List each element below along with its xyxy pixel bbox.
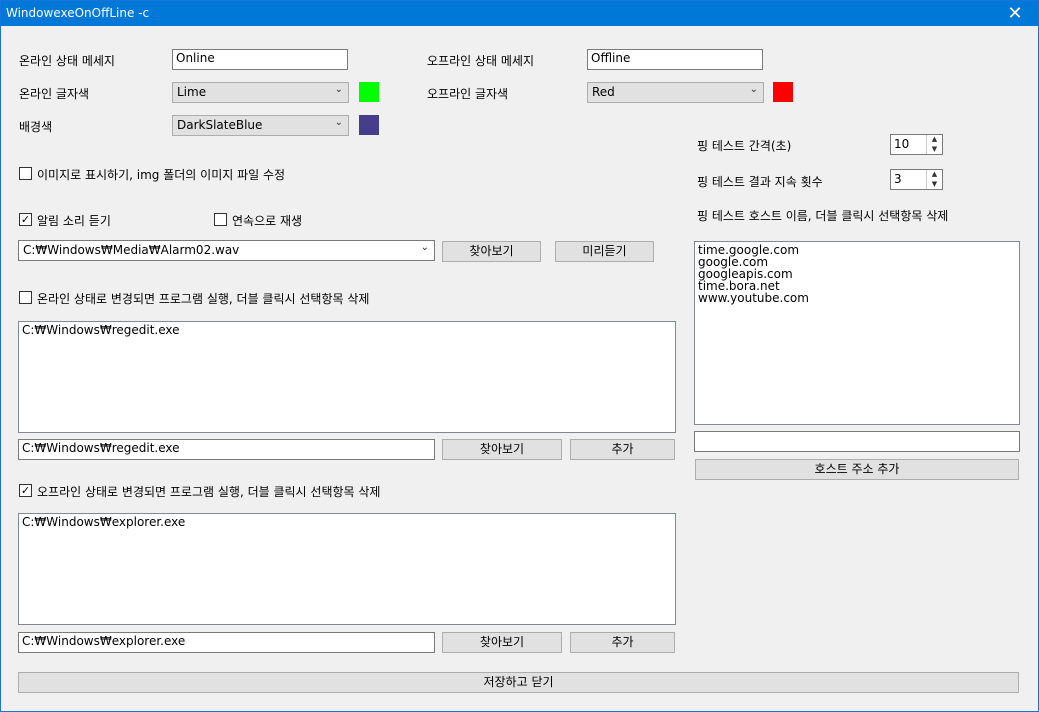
spin-down-icon[interactable]: ▼ bbox=[927, 145, 942, 155]
online-color-select[interactable]: Lime ⌄ bbox=[172, 82, 349, 103]
continuous-play-label: 연속으로 재생 bbox=[232, 214, 303, 228]
offline-program-add-button[interactable]: 추가 bbox=[570, 632, 675, 653]
online-status-label: 온라인 상태 메세지 bbox=[19, 54, 115, 68]
ping-interval-value: 10 bbox=[894, 137, 910, 151]
offline-color-value: Red bbox=[592, 85, 615, 99]
offline-color-label: 오프라인 글자색 bbox=[427, 87, 509, 101]
image-option-label: 이미지로 표시하기, img 폴더의 이미지 파일 수정 bbox=[37, 168, 286, 182]
spin-down-icon[interactable]: ▼ bbox=[927, 180, 942, 190]
spinner-buttons[interactable]: ▲ ▼ bbox=[926, 135, 942, 154]
background-color-label: 배경색 bbox=[19, 120, 53, 134]
online-color-swatch bbox=[359, 82, 379, 102]
window-title: WindowexeOnOffLine -c bbox=[6, 6, 150, 20]
ping-interval-label: 핑 테스트 간격(초) bbox=[697, 139, 792, 153]
alarm-sound-label: 알림 소리 듣기 bbox=[37, 214, 111, 228]
save-close-button[interactable]: 저장하고 닫기 bbox=[18, 672, 1019, 693]
online-program-input[interactable]: C:₩Windows₩regedit.exe bbox=[18, 439, 435, 460]
background-color-value: DarkSlateBlue bbox=[177, 118, 263, 132]
ping-interval-spinner[interactable]: 10 ▲ ▼ bbox=[890, 134, 943, 155]
sound-browse-button[interactable]: 찾아보기 bbox=[442, 241, 541, 262]
offline-program-label: 오프라인 상태로 변경되면 프로그램 실행, 더블 클릭시 선택항목 삭제 bbox=[37, 485, 381, 499]
app-window: WindowexeOnOffLine -c ✕ 온라인 상태 메세지 Onlin… bbox=[0, 0, 1039, 712]
online-status-input[interactable]: Online bbox=[172, 49, 348, 70]
online-color-label: 온라인 글자색 bbox=[19, 87, 90, 101]
ping-persist-spinner[interactable]: 3 ▲ ▼ bbox=[890, 169, 943, 190]
chevron-down-icon: ⌄ bbox=[749, 84, 758, 95]
spin-up-icon[interactable]: ▲ bbox=[927, 170, 942, 180]
online-program-list[interactable]: C:₩Windows₩regedit.exe bbox=[18, 321, 676, 433]
list-item[interactable]: C:₩Windows₩explorer.exe bbox=[22, 516, 672, 528]
offline-status-input[interactable]: Offline bbox=[587, 49, 763, 70]
title-bar: WindowexeOnOffLine -c ✕ bbox=[1, 1, 1038, 26]
list-item[interactable]: C:₩Windows₩regedit.exe bbox=[22, 324, 672, 336]
online-program-checkbox[interactable] bbox=[19, 291, 32, 304]
online-color-value: Lime bbox=[177, 85, 207, 99]
online-program-label: 온라인 상태로 변경되면 프로그램 실행, 더블 클릭시 선택항목 삭제 bbox=[37, 292, 370, 306]
online-program-add-button[interactable]: 추가 bbox=[570, 439, 675, 460]
offline-program-input[interactable]: C:₩Windows₩explorer.exe bbox=[18, 632, 435, 653]
sound-path-select[interactable]: C:₩Windows₩Media₩Alarm02.wav ⌄ bbox=[18, 240, 435, 261]
ping-persist-label: 핑 테스트 결과 지속 횟수 bbox=[697, 175, 823, 189]
sound-preview-button[interactable]: 미리듣기 bbox=[555, 241, 654, 262]
background-color-swatch bbox=[359, 115, 379, 135]
chevron-down-icon: ⌄ bbox=[420, 242, 429, 253]
list-item[interactable]: www.youtube.com bbox=[698, 292, 1016, 304]
ping-persist-value: 3 bbox=[894, 172, 902, 186]
chevron-down-icon: ⌄ bbox=[334, 84, 343, 95]
chevron-down-icon: ⌄ bbox=[334, 117, 343, 128]
spin-up-icon[interactable]: ▲ bbox=[927, 135, 942, 145]
offline-program-list[interactable]: C:₩Windows₩explorer.exe bbox=[18, 513, 676, 625]
offline-program-browse-button[interactable]: 찾아보기 bbox=[442, 632, 562, 653]
alarm-sound-checkbox[interactable]: ✓ bbox=[19, 213, 32, 226]
host-input[interactable] bbox=[694, 431, 1020, 452]
add-host-button[interactable]: 호스트 주소 추가 bbox=[695, 459, 1019, 480]
offline-color-select[interactable]: Red ⌄ bbox=[587, 82, 764, 103]
close-icon[interactable]: ✕ bbox=[992, 1, 1038, 26]
ping-hosts-label: 핑 테스트 호스트 이름, 더블 클릭시 선택항목 삭제 bbox=[697, 209, 949, 223]
offline-program-checkbox[interactable]: ✓ bbox=[19, 484, 32, 497]
checkmark-icon: ✓ bbox=[20, 213, 31, 226]
sound-path-value: C:₩Windows₩Media₩Alarm02.wav bbox=[23, 243, 240, 257]
continuous-play-checkbox[interactable] bbox=[214, 213, 227, 226]
checkmark-icon: ✓ bbox=[20, 484, 31, 497]
ping-hosts-list[interactable]: time.google.com google.com googleapis.co… bbox=[694, 241, 1020, 425]
offline-color-swatch bbox=[773, 82, 793, 102]
spinner-buttons[interactable]: ▲ ▼ bbox=[926, 170, 942, 189]
offline-status-label: 오프라인 상태 메세지 bbox=[427, 54, 534, 68]
image-option-checkbox[interactable] bbox=[19, 167, 32, 180]
online-program-browse-button[interactable]: 찾아보기 bbox=[442, 439, 562, 460]
background-color-select[interactable]: DarkSlateBlue ⌄ bbox=[172, 115, 349, 136]
